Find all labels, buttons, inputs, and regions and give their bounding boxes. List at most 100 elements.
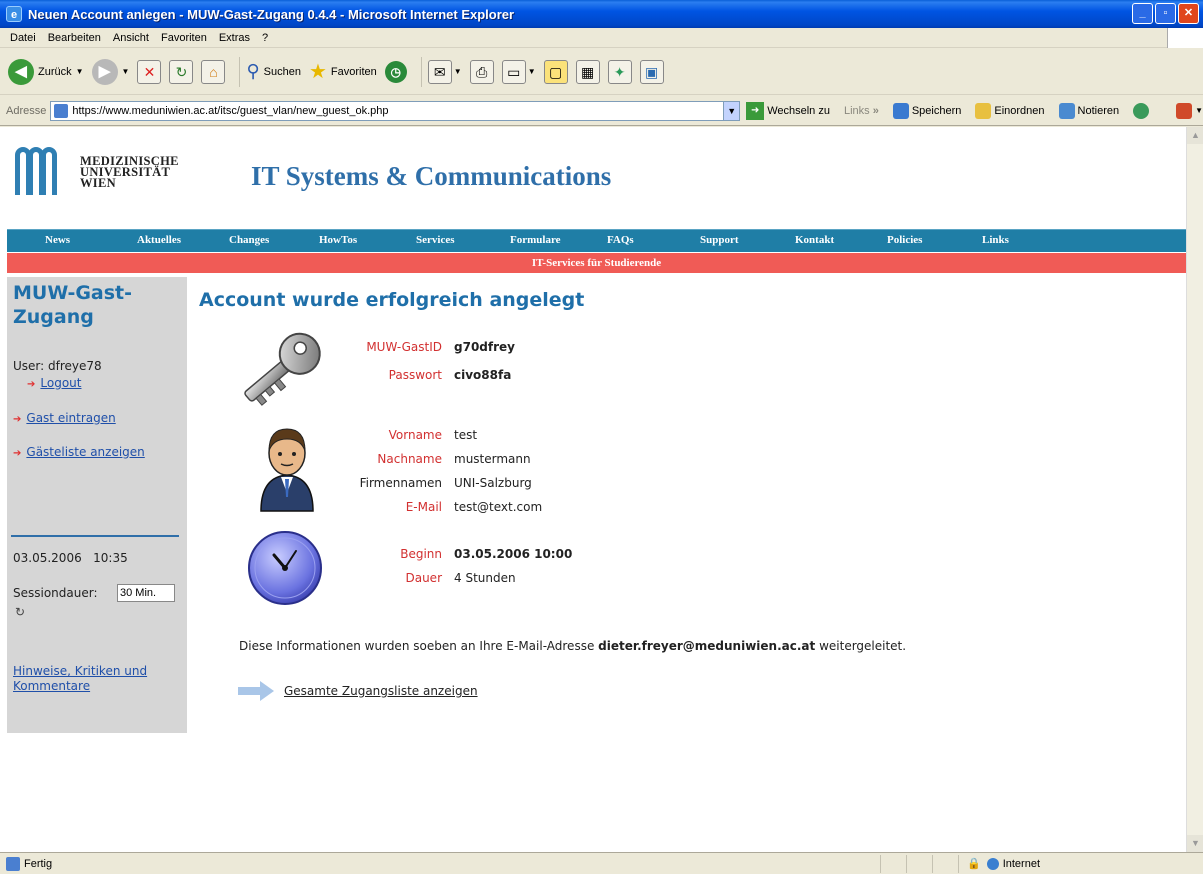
star-icon: ★ xyxy=(308,61,327,83)
nav-support[interactable]: Support xyxy=(700,234,739,246)
address-input[interactable]: https://www.meduniwien.ac.at/itsc/guest_… xyxy=(50,100,741,121)
user-label: User: dfreye78 xyxy=(13,359,102,373)
close-button[interactable]: ✕ xyxy=(1178,3,1199,24)
menu-ansicht[interactable]: Ansicht xyxy=(113,32,149,44)
back-arrow-icon: ◀ xyxy=(8,58,34,85)
search-button[interactable]: ⚲ Suchen xyxy=(246,61,301,82)
sort-button[interactable]: Einordnen xyxy=(975,102,1045,119)
back-button[interactable]: ◀ Zurück ▼ xyxy=(8,58,84,85)
address-label: Adresse xyxy=(6,104,47,117)
home-icon[interactable]: ⌂ xyxy=(201,59,226,84)
research-icon[interactable]: ▦ xyxy=(575,59,600,84)
refresh-icon[interactable]: ↻ xyxy=(169,59,194,84)
last-name-value: mustermann xyxy=(454,452,531,466)
favorites-button[interactable]: ★ Favoriten xyxy=(309,59,377,84)
nav-kontakt[interactable]: Kontakt xyxy=(795,234,834,246)
duration-value: 4 Stunden xyxy=(454,571,516,585)
full-access-list-label: Gesamte Zugangsliste anzeigen xyxy=(284,684,478,698)
full-access-list-link[interactable]: Gesamte Zugangsliste anzeigen xyxy=(238,681,478,701)
window-title: Neuen Account anlegen - MUW-Gast-Zugang … xyxy=(28,6,515,22)
go-arrow-icon: ➜ xyxy=(746,101,765,120)
start-label: Beginn xyxy=(400,547,442,561)
sidebar-divider xyxy=(11,535,179,537)
favorites-label: Favoriten xyxy=(330,65,377,78)
page-icon xyxy=(6,856,20,871)
mail-icon[interactable]: ✉ xyxy=(427,59,452,84)
nav-formulare[interactable]: Formulare xyxy=(510,234,561,246)
scroll-up-icon[interactable]: ▲ xyxy=(1187,127,1203,144)
notes-button[interactable]: Notieren xyxy=(1058,102,1119,119)
sidebar-title: MUW-Gast- Zugang xyxy=(13,282,133,328)
vertical-scrollbar[interactable]: ▲ ▼ xyxy=(1186,127,1203,852)
menu-extras[interactable]: Extras xyxy=(219,32,250,44)
stop-icon[interactable]: ✕ xyxy=(137,59,162,84)
ie-logo-icon: e xyxy=(6,6,22,22)
maximize-button[interactable]: ▫ xyxy=(1155,3,1176,24)
guest-list-link[interactable]: ➔ Gästeliste anzeigen xyxy=(13,445,145,459)
menu-help[interactable]: ? xyxy=(262,32,268,44)
save-icon xyxy=(892,102,909,119)
logo-text: MEDIZINISCHE UNIVERSITÄT WIEN xyxy=(80,153,179,190)
password-value: civo88fa xyxy=(454,368,512,382)
add-guest-link[interactable]: ➔ Gast eintragen xyxy=(13,411,116,425)
sidebar: MUW-Gast- Zugang User: dfreye78 ➔ Logout … xyxy=(7,277,187,733)
status-cell xyxy=(906,854,932,873)
minimize-button[interactable]: _ xyxy=(1132,3,1153,24)
feedback-link[interactable]: Hinweise, Kritiken und Kommentare xyxy=(13,664,147,694)
go-label: Wechseln zu xyxy=(767,104,830,117)
toolbar: ◀ Zurück ▼ ▶ ▼ ✕ ↻ ⌂ ⚲ Suchen ★ Favorite… xyxy=(0,49,1203,95)
messenger-icon[interactable]: ✦ xyxy=(607,59,632,84)
menu-datei[interactable]: Datei xyxy=(10,32,36,44)
muw-logo[interactable]: MEDIZINISCHE UNIVERSITÄT WIEN xyxy=(15,145,179,199)
history-icon[interactable]: ◷ xyxy=(384,60,407,83)
logout-link[interactable]: ➔ Logout xyxy=(27,376,81,390)
arrow-right-icon: ➔ xyxy=(27,379,36,390)
page-viewport: MEDIZINISCHE UNIVERSITÄT WIEN IT Systems… xyxy=(0,127,1186,852)
search-icon: ⚲ xyxy=(246,61,260,81)
notification-email: dieter.freyer@meduniwien.ac.at xyxy=(598,639,816,653)
menu-bearbeiten[interactable]: Bearbeiten xyxy=(48,32,101,44)
confirmation-message: Diese Informationen wurden soeben an Ihr… xyxy=(239,639,907,653)
windows-flag-icon xyxy=(1167,28,1203,48)
links-label[interactable]: Links » xyxy=(844,105,879,117)
page-heading: Account wurde erfolgreich angelegt xyxy=(199,289,585,311)
forward-button[interactable]: ▶ ▼ xyxy=(91,58,129,85)
nav-changes[interactable]: Changes xyxy=(229,234,269,246)
discuss-icon[interactable]: ▢ xyxy=(543,59,568,84)
nav-news[interactable]: News xyxy=(45,234,70,246)
print-icon[interactable]: ⎙ xyxy=(469,59,494,84)
status-done: Fertig xyxy=(0,856,880,871)
nav-faqs[interactable]: FAQs xyxy=(607,234,634,246)
address-url: https://www.meduniwien.ac.at/itsc/guest_… xyxy=(72,104,389,117)
session-refresh-icon[interactable]: ↻ xyxy=(15,605,25,619)
window-title-bar: e Neuen Account anlegen - MUW-Gast-Zugan… xyxy=(0,0,1203,28)
status-cell xyxy=(880,854,906,873)
main-nav: News Aktuelles Changes HowTos Services F… xyxy=(7,229,1186,252)
nav-aktuelles[interactable]: Aktuelles xyxy=(137,234,181,246)
address-dropdown-icon[interactable]: ▼ xyxy=(723,101,740,120)
session-duration-input[interactable]: 30 Min. xyxy=(117,584,175,602)
media-icon[interactable]: ▣ xyxy=(639,59,664,84)
status-bar: Fertig 🔒 Internet xyxy=(0,852,1203,874)
menu-favoriten[interactable]: Favoriten xyxy=(161,32,207,44)
nav-howtos[interactable]: HowTos xyxy=(319,234,357,246)
subnav-studierende[interactable]: IT-Services für Studierende xyxy=(532,257,661,269)
edit-icon[interactable]: ▭ xyxy=(501,59,526,84)
current-datetime: 03.05.2006 10:35 xyxy=(13,551,128,565)
security-zone: 🔒 Internet xyxy=(958,854,1158,873)
guest-id-value: g70dfrey xyxy=(454,340,515,354)
go-button[interactable]: ➜ Wechseln zu xyxy=(746,101,830,120)
start-value: 03.05.2006 10:00 xyxy=(454,547,573,561)
company-label: Firmennamen xyxy=(359,476,442,490)
first-name-value: test xyxy=(454,428,478,442)
nav-services[interactable]: Services xyxy=(416,234,454,246)
scroll-down-icon[interactable]: ▼ xyxy=(1187,835,1203,852)
nav-links[interactable]: Links xyxy=(982,234,1009,246)
arrow-right-icon: ➔ xyxy=(13,448,22,459)
addon-icon[interactable] xyxy=(1133,102,1150,119)
translate-icon[interactable] xyxy=(1176,102,1193,119)
lock-icon: 🔒 xyxy=(967,858,981,870)
nav-policies[interactable]: Policies xyxy=(887,234,922,246)
back-label: Zurück xyxy=(38,65,72,78)
save-button[interactable]: Speichern xyxy=(892,102,961,119)
